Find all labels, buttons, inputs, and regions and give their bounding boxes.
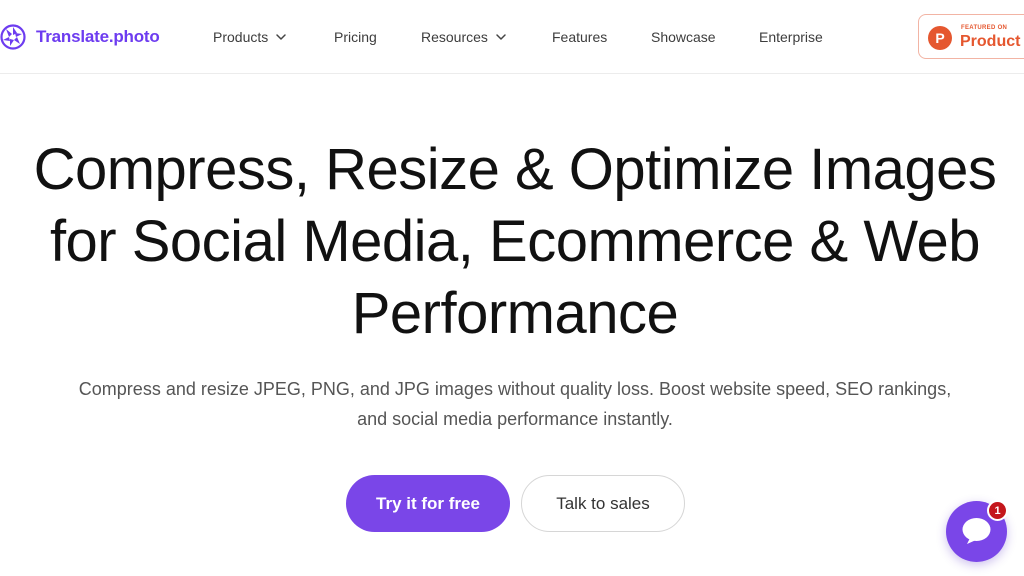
product-hunt-badge[interactable]: P FEATURED ON Product Hunt <box>918 14 1024 59</box>
nav-item-label: Resources <box>421 29 488 45</box>
nav-item-products[interactable]: Products <box>213 26 287 48</box>
nav-item-label: Pricing <box>334 29 377 45</box>
nav-item-enterprise[interactable]: Enterprise <box>759 26 823 48</box>
nav-item-label: Products <box>213 29 269 45</box>
hero-title-line: for Social Media, Ecommerce & Web <box>49 209 981 274</box>
nav-item-label: Showcase <box>651 29 716 45</box>
nav-item-showcase[interactable]: Showcase <box>651 26 716 48</box>
nav-item-features[interactable]: Features <box>552 26 607 48</box>
hero-title-line: Performance <box>351 281 679 346</box>
hero-subtitle-line: Compress and resize JPEG, PNG, and JPG i… <box>78 379 952 399</box>
chat-unread-badge: 1 <box>987 500 1008 521</box>
nav-item-pricing[interactable]: Pricing <box>334 26 377 48</box>
brand-name: Translate.photo <box>36 27 160 46</box>
product-hunt-logo-icon: P <box>928 26 952 50</box>
nav-item-label: Features <box>552 29 608 45</box>
product-hunt-featured-label: FEATURED ON <box>961 25 1008 31</box>
chevron-down-icon <box>496 34 506 40</box>
chat-bubble-icon <box>962 518 991 544</box>
brand-logo-link[interactable]: Translate.photo <box>0 22 160 52</box>
site-header: Translate.photo Products Pricing Resourc… <box>0 0 1024 74</box>
talk-to-sales-button[interactable]: Talk to sales <box>521 475 685 532</box>
product-hunt-name: Product Hunt <box>960 33 1024 50</box>
hero-title: Compress, Resize & Optimize Images for S… <box>0 134 1024 350</box>
nav-item-resources[interactable]: Resources <box>421 26 507 48</box>
nav-item-label: Enterprise <box>759 29 823 45</box>
aperture-logo-icon <box>0 24 26 50</box>
page: Translate.photo Products Pricing Resourc… <box>0 0 1024 576</box>
hero-subtitle-line: and social media performance instantly. <box>357 409 673 429</box>
hero-title-line: Compress, Resize & Optimize Images <box>33 137 997 202</box>
hero-subtitle: Compress and resize JPEG, PNG, and JPG i… <box>0 374 1024 434</box>
try-free-button[interactable]: Try it for free <box>346 475 510 532</box>
chevron-down-icon <box>276 34 286 40</box>
